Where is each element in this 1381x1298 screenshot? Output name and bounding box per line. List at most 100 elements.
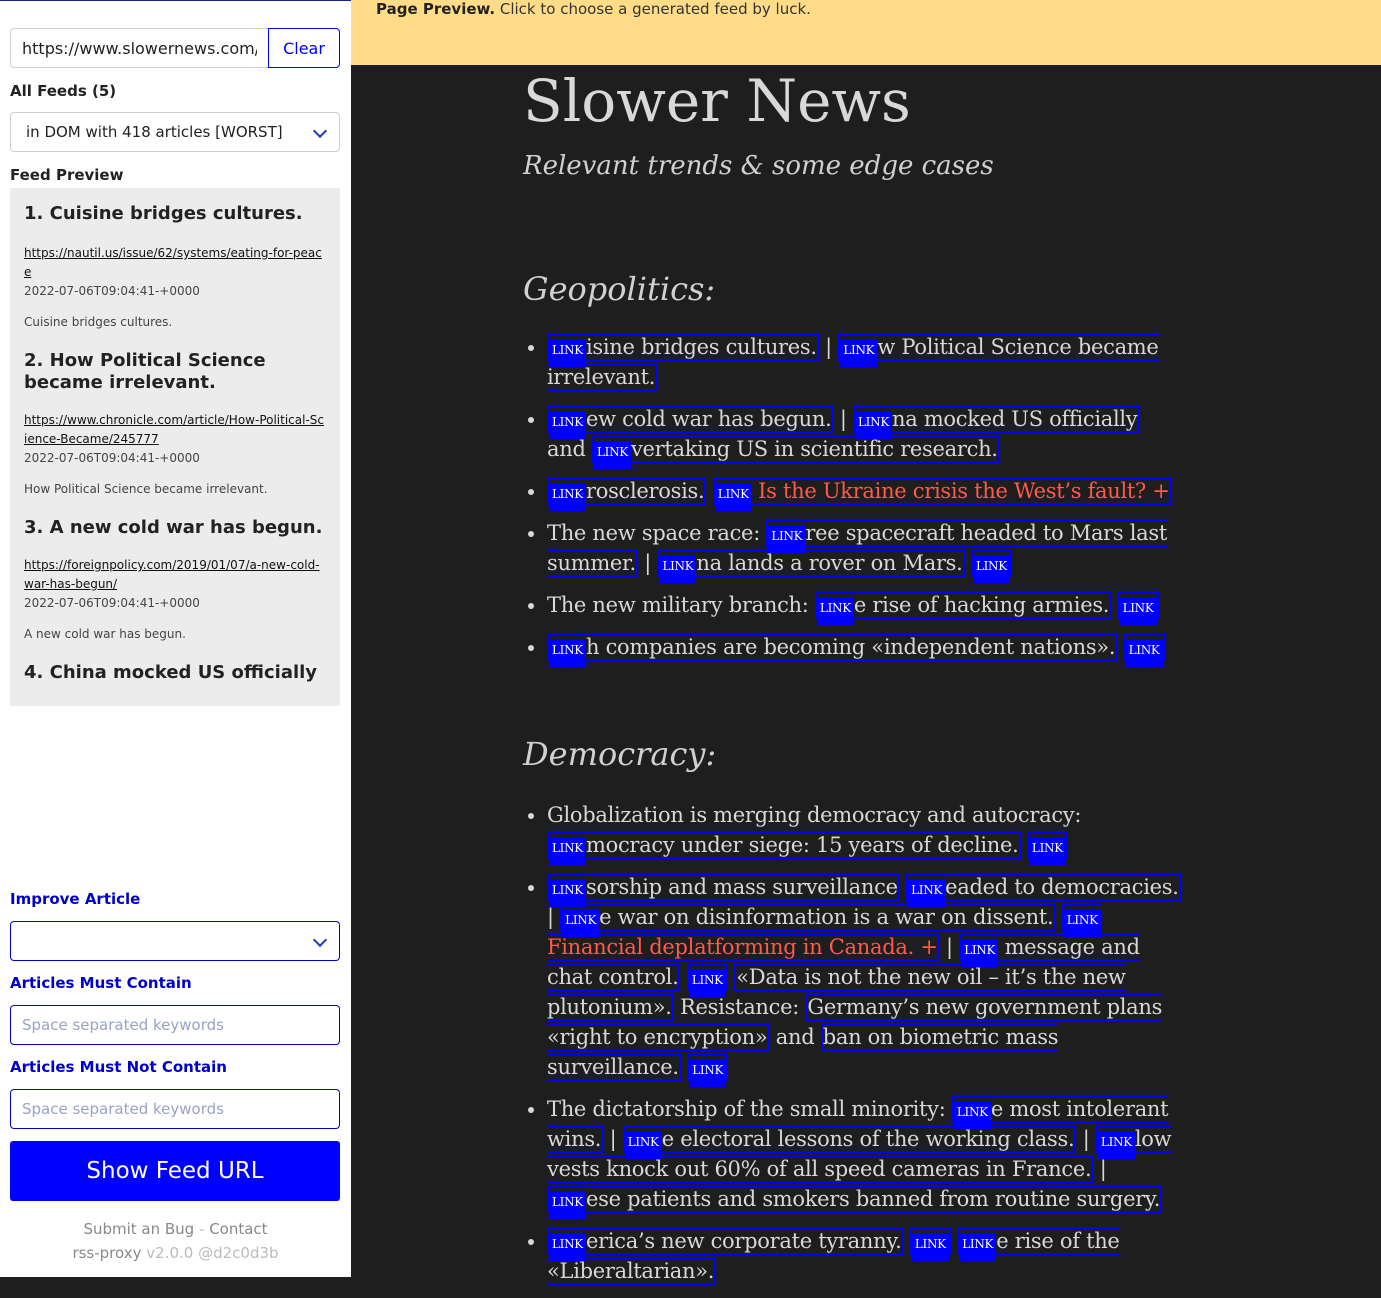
site-title: Slower News <box>523 67 911 135</box>
article-link[interactable]: LINK isine bridges cultures. <box>547 333 819 367</box>
article-link[interactable]: LINK <box>686 963 728 997</box>
banner-bold: Page Preview. <box>376 0 496 18</box>
list-item: The dictatorship of the small minority: … <box>547 1094 1183 1219</box>
submit-bug-link[interactable]: Submit an Bug <box>83 1220 194 1238</box>
article-link[interactable]: LINK na lands a rover on Mars. <box>657 549 965 583</box>
preview-item-desc: A new cold war has begun. <box>24 627 186 641</box>
preview-item-link[interactable]: https://nautil.us/issue/62/systems/eatin… <box>24 244 326 282</box>
text: Globalization is merging democracy and a… <box>547 803 1082 827</box>
chevron-down-icon <box>312 932 328 948</box>
article-link[interactable]: LINK rosclerosis. <box>547 477 707 511</box>
preview-item-link[interactable]: https://foreignpolicy.com/2019/01/07/a-n… <box>24 556 326 594</box>
link-tag: LINK <box>659 555 697 583</box>
link-tag: LINK <box>959 1233 997 1261</box>
article-link[interactable]: LINK ese patients and smokers banned from… <box>547 1185 1163 1219</box>
link-tag: LINK <box>816 597 854 625</box>
link-tag: LINK <box>1125 639 1163 667</box>
feed-select-value: in DOM with 418 articles [WORST] <box>26 123 283 141</box>
article-link[interactable]: LINK na mocked US officially <box>853 405 1140 439</box>
text: Resistance: <box>673 995 806 1019</box>
preview-item-date: 2022-07-06T09:04:41-+0000 <box>24 596 200 610</box>
footer-links: Submit an Bug - Contact <box>0 1220 351 1238</box>
preview-item-title: 2. How Political Science became irreleva… <box>24 350 266 393</box>
page-preview-banner: Page Preview. Click to choose a generate… <box>351 0 1381 65</box>
link-tag: LINK <box>1097 1131 1135 1159</box>
link-tag: LINK <box>593 441 631 469</box>
list-item: The new space race: LINKree spacecraft h… <box>547 518 1183 583</box>
democracy-list: Globalization is merging democracy and a… <box>523 800 1183 1286</box>
article-link[interactable]: LINK mocracy under siege: 15 years of dec… <box>547 831 1021 865</box>
feed-preview-label: Feed Preview <box>10 166 124 184</box>
feed-select[interactable]: in DOM with 418 articles [WORST] <box>10 112 340 152</box>
article-link[interactable]: LINK vertaking US in scientific research. <box>591 435 1000 469</box>
url-input[interactable] <box>10 28 268 68</box>
text: The new military branch: <box>547 593 815 617</box>
list-item: LINKerica’s new corporate tyranny. LINK … <box>547 1226 1183 1286</box>
article-link[interactable]: LINK <box>1026 831 1068 865</box>
list-item: LINKisine bridges cultures. | LINKw Poli… <box>547 332 1183 392</box>
url-row: Clear <box>10 28 340 68</box>
chevron-down-icon <box>312 123 328 139</box>
preview-item-title: 1. Cuisine bridges cultures. <box>24 203 303 224</box>
article-link[interactable]: LINK <box>1117 591 1159 625</box>
link-tag: LINK <box>840 339 878 367</box>
article-link[interactable]: LINK <box>687 1053 729 1087</box>
preview-item-date: 2022-07-06T09:04:41-+0000 <box>24 451 200 465</box>
article-link[interactable]: LINK h companies are becoming «independen… <box>547 633 1118 667</box>
article-link[interactable]: LINK ew cold war has begun. <box>547 405 834 439</box>
section-heading-democracy: Democracy: <box>523 735 717 773</box>
article-link[interactable]: LINK e electoral lessons of the working c… <box>622 1125 1077 1159</box>
article-link[interactable]: LINK e war on disinformation is a war on … <box>560 903 1056 937</box>
geopolitics-list: LINKisine bridges cultures. | LINKw Poli… <box>523 332 1183 667</box>
preview-item: 4. China mocked US officially <box>10 642 340 684</box>
article-link[interactable]: LINK <box>1123 633 1165 667</box>
must-not-contain-label: Articles Must Not Contain <box>10 1058 227 1076</box>
app-name: rss-proxy <box>72 1244 142 1262</box>
link-tag: LINK <box>549 639 586 667</box>
article-link[interactable]: LINK <box>909 1227 951 1261</box>
must-not-contain-input[interactable] <box>10 1089 340 1129</box>
separator: | <box>946 935 953 959</box>
page-preview[interactable]: Slower News Relevant trends & some edge … <box>523 65 1183 1298</box>
must-contain-label: Articles Must Contain <box>10 974 192 992</box>
preview-item: 3. A new cold war has begun. https://for… <box>10 497 340 642</box>
list-item: LINKh companies are becoming «independen… <box>547 632 1183 667</box>
must-contain-input[interactable] <box>10 1005 340 1045</box>
separator: | <box>1099 1157 1107 1181</box>
version-info: rss-proxy v2.0.0 @d2c0d3b <box>0 1244 351 1262</box>
article-link[interactable]: LINK Is the Ukraine crisis the West’s fa… <box>712 477 1172 511</box>
link-tag: LINK <box>549 837 586 865</box>
preview-item: 1. Cuisine bridges cultures. https://nau… <box>10 188 340 330</box>
preview-item-link[interactable]: https://www.chronicle.com/article/How-Po… <box>24 411 326 449</box>
article-link[interactable]: LINK <box>970 549 1012 583</box>
article-link[interactable]: LINK eaded to democracies. <box>906 873 1181 907</box>
article-link[interactable]: LINK erica’s new corporate tyranny. <box>547 1227 904 1261</box>
preview-item-desc: Cuisine bridges cultures. <box>24 315 173 329</box>
article-link[interactable]: LINK e rise of hacking armies. <box>814 591 1112 625</box>
link-tag: LINK <box>688 969 726 997</box>
clear-button[interactable]: Clear <box>268 28 340 68</box>
text: The new space race: <box>547 521 767 545</box>
link-tag: LINK <box>1028 837 1066 865</box>
separator: | <box>644 551 652 575</box>
separator: | <box>839 407 847 431</box>
article-link[interactable]: LINK sorship and mass surveillance <box>547 873 900 907</box>
all-feeds-label: All Feeds (5) <box>10 82 117 100</box>
link-tag: LINK <box>1119 597 1157 625</box>
link-tag: LINK <box>911 1233 949 1261</box>
section-heading-geopolitics: Geopolitics: <box>523 270 716 308</box>
preview-item-title: 4. China mocked US officially <box>24 662 318 683</box>
text: and <box>547 437 592 461</box>
improve-article-select[interactable] <box>10 921 340 961</box>
site-subtitle: Relevant trends & some edge cases <box>523 151 994 181</box>
banner-text: Click to choose a generated feed by luck… <box>495 0 811 18</box>
feed-preview[interactable]: 1. Cuisine bridges cultures. https://nau… <box>10 188 340 706</box>
sidebar: Clear All Feeds (5) in DOM with 418 arti… <box>0 0 351 1277</box>
contact-link[interactable]: Contact <box>209 1220 267 1238</box>
show-feed-url-button[interactable]: Show Feed URL <box>10 1141 340 1201</box>
list-item: Globalization is merging democracy and a… <box>547 800 1183 865</box>
preview-item-date: 2022-07-06T09:04:41-+0000 <box>24 284 200 298</box>
text: and <box>769 1025 821 1049</box>
separator: | <box>1082 1127 1090 1151</box>
link-tag: LINK <box>549 1191 586 1219</box>
